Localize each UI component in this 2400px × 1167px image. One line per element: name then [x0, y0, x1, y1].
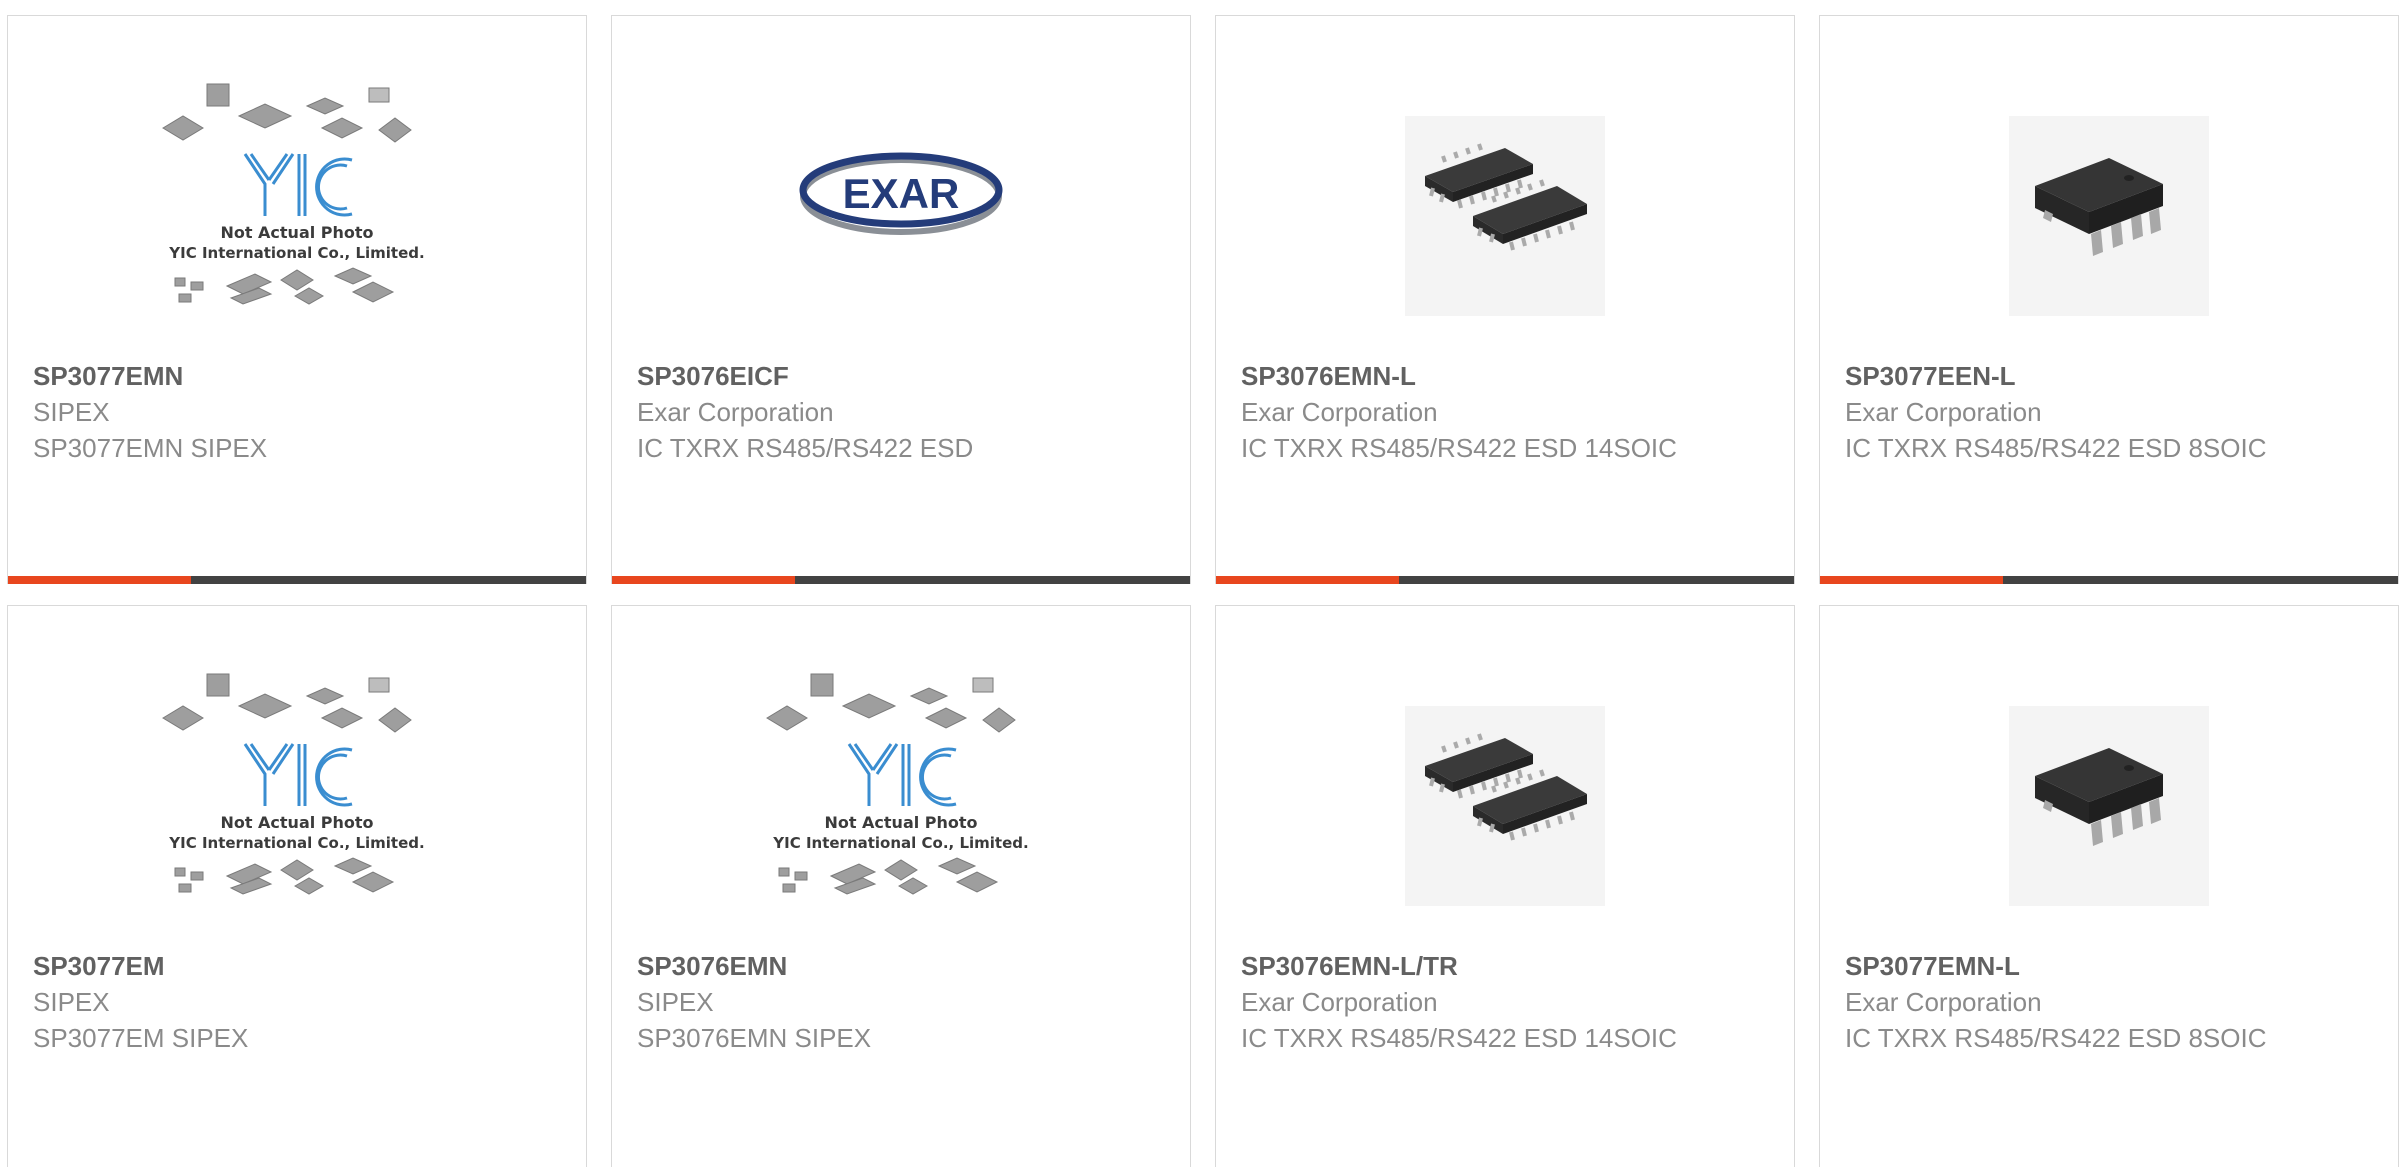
- product-image-exar-logo[interactable]: EXAR: [751, 46, 1051, 346]
- product-card[interactable]: SP3077EMN-L Exar Corporation IC TXRX RS4…: [1819, 605, 2399, 1167]
- card-bottom-bar: [1216, 576, 1794, 584]
- part-number-link[interactable]: SP3077EM: [33, 948, 566, 984]
- product-card[interactable]: Not Actual Photo YIC International Co., …: [611, 605, 1191, 1167]
- product-card[interactable]: EXAR SP3076EICF Exar Corporation IC TXRX…: [611, 15, 1191, 584]
- product-image-soic8-chip[interactable]: [1959, 46, 2259, 346]
- placeholder-line1: Not Actual Photo: [220, 223, 373, 242]
- placeholder-line2: YIC International Co., Limited.: [168, 244, 424, 262]
- manufacturer-name: Exar Corporation: [1241, 397, 1438, 427]
- manufacturer-name: SIPEX: [33, 987, 110, 1017]
- product-description: SP3077EM SIPEX: [33, 1023, 249, 1053]
- part-number-link[interactable]: SP3076EMN: [637, 948, 1170, 984]
- product-image-soic14-chip[interactable]: [1355, 636, 1655, 936]
- part-number-link[interactable]: SP3077EEN-L: [1845, 358, 2378, 394]
- part-number-link[interactable]: SP3077EMN: [33, 358, 566, 394]
- part-number-link[interactable]: SP3076EMN-L/TR: [1241, 948, 1774, 984]
- product-description: IC TXRX RS485/RS422 ESD: [637, 433, 974, 463]
- product-image-placeholder[interactable]: Not Actual Photo YIC International Co., …: [751, 636, 1051, 936]
- product-card[interactable]: Not Actual Photo YIC International Co., …: [7, 15, 587, 584]
- product-description: SP3076EMN SIPEX: [637, 1023, 872, 1053]
- product-card[interactable]: SP3076EMN-L/TR Exar Corporation IC TXRX …: [1215, 605, 1795, 1167]
- placeholder-line1: Not Actual Photo: [824, 813, 977, 832]
- card-bottom-bar: [8, 576, 586, 584]
- manufacturer-name: Exar Corporation: [1845, 397, 2042, 427]
- product-image-placeholder[interactable]: Not Actual Photo YIC International Co., …: [147, 46, 447, 346]
- placeholder-line1: Not Actual Photo: [220, 813, 373, 832]
- manufacturer-name: Exar Corporation: [637, 397, 834, 427]
- product-card[interactable]: Not Actual Photo YIC International Co., …: [7, 605, 587, 1167]
- placeholder-line2: YIC International Co., Limited.: [772, 834, 1028, 852]
- card-bottom-bar: [1820, 576, 2398, 584]
- product-description: IC TXRX RS485/RS422 ESD 14SOIC: [1241, 1023, 1677, 1053]
- manufacturer-name: Exar Corporation: [1845, 987, 2042, 1017]
- product-description: IC TXRX RS485/RS422 ESD 8SOIC: [1845, 433, 2267, 463]
- product-description: IC TXRX RS485/RS422 ESD 8SOIC: [1845, 1023, 2267, 1053]
- card-bottom-bar: [612, 576, 1190, 584]
- part-number-link[interactable]: SP3076EICF: [637, 358, 1170, 394]
- manufacturer-name: Exar Corporation: [1241, 987, 1438, 1017]
- exar-logo-text: EXAR: [843, 170, 960, 217]
- product-card[interactable]: SP3076EMN-L Exar Corporation IC TXRX RS4…: [1215, 15, 1795, 584]
- part-number-link[interactable]: SP3076EMN-L: [1241, 358, 1774, 394]
- product-image-placeholder[interactable]: Not Actual Photo YIC International Co., …: [147, 636, 447, 936]
- product-card[interactable]: SP3077EEN-L Exar Corporation IC TXRX RS4…: [1819, 15, 2399, 584]
- manufacturer-name: SIPEX: [33, 397, 110, 427]
- manufacturer-name: SIPEX: [637, 987, 714, 1017]
- placeholder-line2: YIC International Co., Limited.: [168, 834, 424, 852]
- product-image-soic8-chip[interactable]: [1959, 636, 2259, 936]
- product-image-soic14-chip[interactable]: [1355, 46, 1655, 346]
- product-description: IC TXRX RS485/RS422 ESD 14SOIC: [1241, 433, 1677, 463]
- product-description: SP3077EMN SIPEX: [33, 433, 268, 463]
- part-number-link[interactable]: SP3077EMN-L: [1845, 948, 2378, 984]
